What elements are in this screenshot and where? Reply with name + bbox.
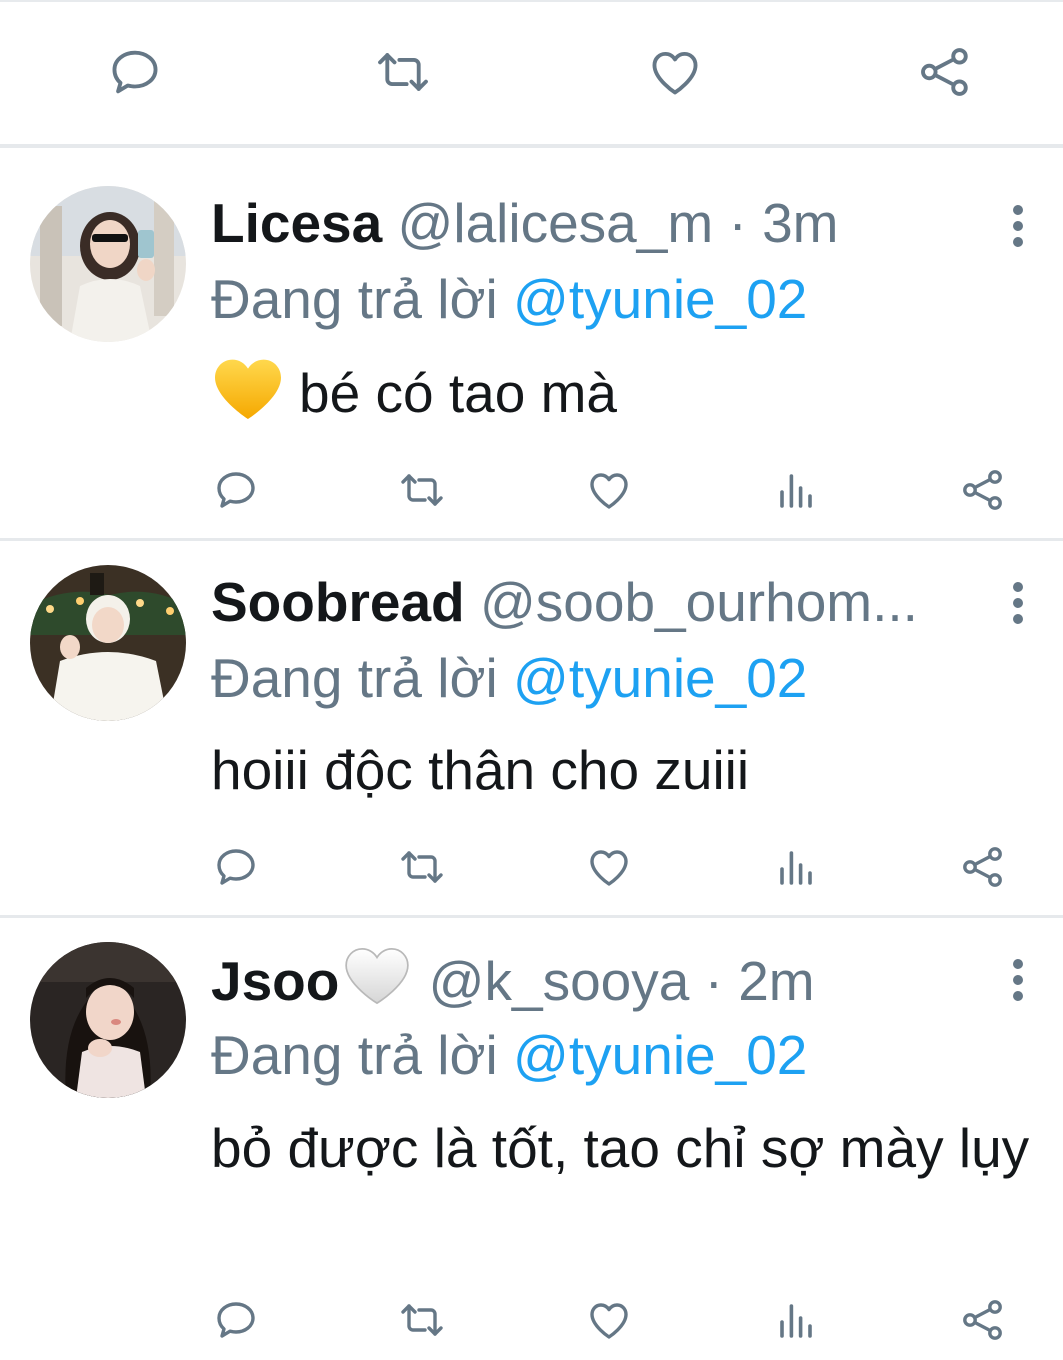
tweet-actions: [0, 462, 1063, 522]
retweet-icon: [401, 474, 443, 506]
display-name[interactable]: Soobread: [211, 571, 465, 633]
reply-icon: [217, 1302, 255, 1338]
white-heart-emoji: [341, 946, 413, 1020]
more-options-button[interactable]: [996, 950, 1040, 1010]
display-name[interactable]: Jsoo: [211, 950, 339, 1012]
replying-to: Đang trả lời @tyunie_02: [211, 1022, 807, 1088]
tweet-body: bỏ được là tốt, tao chỉ sợ mày lụy: [211, 1117, 1030, 1179]
analytics-icon: [780, 851, 812, 885]
reply-icon: [217, 849, 255, 885]
more-dot: [1013, 598, 1023, 608]
timestamp: · 2m: [704, 950, 815, 1012]
tweet-body: bé có tao mà: [299, 362, 617, 424]
reply-button[interactable]: [208, 839, 264, 895]
tweet-item[interactable]: Licesa @lalicesa_m · 3m Đang trả lời @ty…: [0, 148, 1063, 538]
replying-to: Đang trả lời @tyunie_02: [211, 645, 807, 711]
share-button[interactable]: [955, 1292, 1011, 1348]
user-handle[interactable]: @k_sooya: [429, 950, 690, 1012]
more-dot: [1013, 614, 1023, 624]
reply-button[interactable]: [208, 462, 264, 518]
more-dot: [1013, 237, 1023, 247]
share-icon: [921, 48, 968, 96]
avatar-image: [30, 942, 186, 1098]
tweet-header: Jsoo @k_sooya · 2m: [211, 946, 815, 1020]
tweet-header: Licesa @lalicesa_m · 3m: [211, 190, 838, 256]
analytics-button[interactable]: [768, 1292, 824, 1348]
retweet-button[interactable]: [373, 42, 433, 102]
replying-to-label: Đang trả lời: [211, 647, 498, 709]
reply-icon: [112, 50, 158, 94]
retweet-button[interactable]: [394, 839, 450, 895]
analytics-icon: [780, 474, 812, 508]
like-button[interactable]: [645, 42, 705, 102]
more-options-button[interactable]: [996, 573, 1040, 633]
tweet-actions: [0, 1292, 1063, 1352]
share-button[interactable]: [955, 462, 1011, 518]
user-handle[interactable]: @lalicesa_m: [398, 192, 714, 254]
share-icon: [963, 470, 1002, 510]
tweet-text: bé có tao mà: [211, 356, 1051, 440]
reply-icon: [217, 472, 255, 508]
user-handle[interactable]: @soob_ourhom...: [480, 571, 918, 633]
mention-link[interactable]: @tyunie_02: [513, 1024, 807, 1086]
avatar-image: [30, 186, 186, 342]
tweet-header: Soobread @soob_ourhom...: [211, 569, 918, 635]
reply-button[interactable]: [208, 1292, 264, 1348]
analytics-button[interactable]: [768, 839, 824, 895]
mention-link[interactable]: @tyunie_02: [513, 647, 807, 709]
avatar[interactable]: [30, 942, 186, 1098]
like-icon: [590, 1303, 628, 1339]
mention-link[interactable]: @tyunie_02: [513, 268, 807, 330]
more-dot: [1013, 959, 1023, 969]
like-icon: [652, 51, 698, 95]
avatar[interactable]: [30, 186, 186, 342]
more-dot: [1013, 991, 1023, 1001]
like-button[interactable]: [581, 839, 637, 895]
replying-to-label: Đang trả lời: [211, 1024, 498, 1086]
share-icon: [963, 1300, 1002, 1340]
more-dot: [1013, 221, 1023, 231]
retweet-button[interactable]: [394, 462, 450, 518]
retweet-icon: [401, 1304, 443, 1336]
retweet-icon: [401, 851, 443, 883]
previous-tweet-actions: [0, 0, 1063, 144]
more-dot: [1013, 205, 1023, 215]
display-name[interactable]: Licesa: [211, 192, 382, 254]
tweet-text: bỏ được là tốt, tao chỉ sợ mày lụy: [211, 1111, 1051, 1185]
like-icon: [590, 473, 628, 509]
analytics-button[interactable]: [768, 462, 824, 518]
more-dot: [1013, 582, 1023, 592]
tweet-text: hoiii độc thân cho zuiii: [211, 733, 1051, 807]
more-dot: [1013, 975, 1023, 985]
retweet-button[interactable]: [394, 1292, 450, 1348]
tweet-item[interactable]: Soobread @soob_ourhom... Đang trả lời @t…: [0, 541, 1063, 915]
avatar-image: [30, 565, 186, 721]
avatar[interactable]: [30, 565, 186, 721]
tweet-item[interactable]: Jsoo @k_sooya · 2m Đang trả lời @tyunie_…: [0, 918, 1063, 1360]
like-button[interactable]: [581, 1292, 637, 1348]
replying-to-label: Đang trả lời: [211, 268, 498, 330]
tweet-actions: [0, 839, 1063, 899]
timestamp: · 3m: [728, 192, 839, 254]
replying-to: Đang trả lời @tyunie_02: [211, 266, 807, 332]
share-button[interactable]: [955, 839, 1011, 895]
like-button[interactable]: [581, 462, 637, 518]
like-icon: [590, 850, 628, 886]
tweet-body: hoiii độc thân cho zuiii: [211, 739, 750, 801]
analytics-icon: [780, 1304, 812, 1338]
share-icon: [963, 847, 1002, 887]
share-button[interactable]: [915, 42, 975, 102]
reply-button[interactable]: [105, 42, 165, 102]
yellow-heart-emoji: [211, 356, 285, 440]
more-options-button[interactable]: [996, 196, 1040, 256]
retweet-icon: [378, 53, 428, 91]
